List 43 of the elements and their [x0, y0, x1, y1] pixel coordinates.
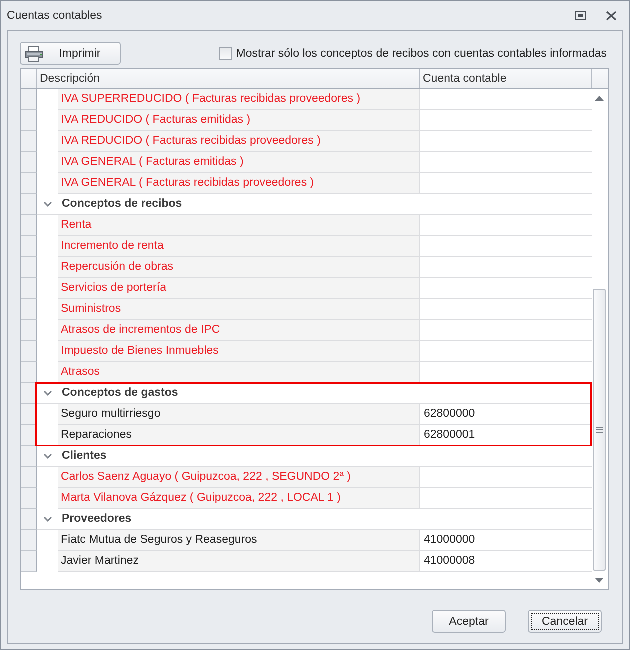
column-header[interactable]: Descripción	[37, 69, 420, 88]
description-cell[interactable]: Javier Martinez	[58, 551, 420, 572]
description-cell[interactable]: Servicios de portería	[58, 278, 420, 299]
description-cell[interactable]: Fiatc Mutua de Seguros y Reaseguros	[58, 530, 420, 551]
accept-button[interactable]: Aceptar	[432, 610, 506, 633]
description-cell[interactable]: IVA SUPERREDUCIDO ( Facturas recibidas proveedores )	[58, 89, 420, 110]
description-cell[interactable]: IVA GENERAL ( Facturas recibidas proveedores )	[58, 173, 420, 194]
printer-icon	[25, 46, 44, 62]
scroll-down-icon[interactable]	[595, 578, 604, 582]
maximize-icon[interactable]	[575, 11, 586, 20]
group-title: Conceptos de gastos	[62, 387, 178, 399]
chevron-down-icon[interactable]	[44, 202, 52, 206]
description-cell[interactable]: Atrasos	[58, 362, 420, 383]
chevron-down-icon[interactable]	[44, 390, 52, 396]
description-cell[interactable]: Atrasos de incrementos de IPC	[58, 320, 420, 341]
window-title: Cuentas contables	[7, 10, 104, 22]
description-cell[interactable]: IVA GENERAL ( Facturas emitidas )	[58, 152, 420, 173]
description-cell[interactable]: Repercusión de obras	[58, 257, 420, 278]
grip-icon	[596, 427, 603, 433]
filter-checkbox[interactable]	[219, 47, 232, 60]
description-cell[interactable]: Marta Vilanova Gázquez ( Guipuzcoa, 222 , LOCAL 1 )	[58, 488, 420, 509]
chevron-down-icon[interactable]	[44, 454, 52, 458]
description-cell[interactable]: IVA REDUCIDO ( Facturas recibidas proveedores )	[58, 131, 420, 152]
description-cell[interactable]: Incremento de renta	[58, 236, 420, 257]
description-cell[interactable]: Suministros	[58, 299, 420, 320]
group-title: Proveedores	[62, 513, 132, 525]
group-row[interactable]: Clientes	[37, 446, 592, 467]
print-button[interactable]: Imprimir	[20, 42, 121, 65]
chevron-down-icon[interactable]	[44, 516, 52, 522]
close-icon[interactable]	[606, 10, 617, 20]
scrollbar-thumb[interactable]	[593, 289, 606, 571]
cancel-button[interactable]: Cancelar	[528, 610, 602, 633]
description-cell[interactable]: Seguro multirriesgo	[58, 404, 420, 425]
description-cell[interactable]: Reparaciones	[58, 425, 420, 446]
filter-label[interactable]: Mostrar sólo los conceptos de recibos con cuentas contables informadas	[236, 48, 607, 60]
description-cell[interactable]: Renta	[58, 215, 420, 236]
column-header[interactable]: Cuenta contable	[420, 69, 592, 88]
group-title: Clientes	[62, 450, 107, 462]
description-cell[interactable]: IVA REDUCIDO ( Facturas emitidas )	[58, 110, 420, 131]
description-cell[interactable]: Carlos Saenz Aguayo ( Guipuzcoa, 222 , SEGUNDO 2ª )	[58, 467, 420, 488]
group-title: Conceptos de recibos	[62, 198, 182, 210]
description-cell[interactable]: Impuesto de Bienes Inmuebles	[58, 341, 420, 362]
scroll-up-icon[interactable]	[595, 96, 604, 100]
